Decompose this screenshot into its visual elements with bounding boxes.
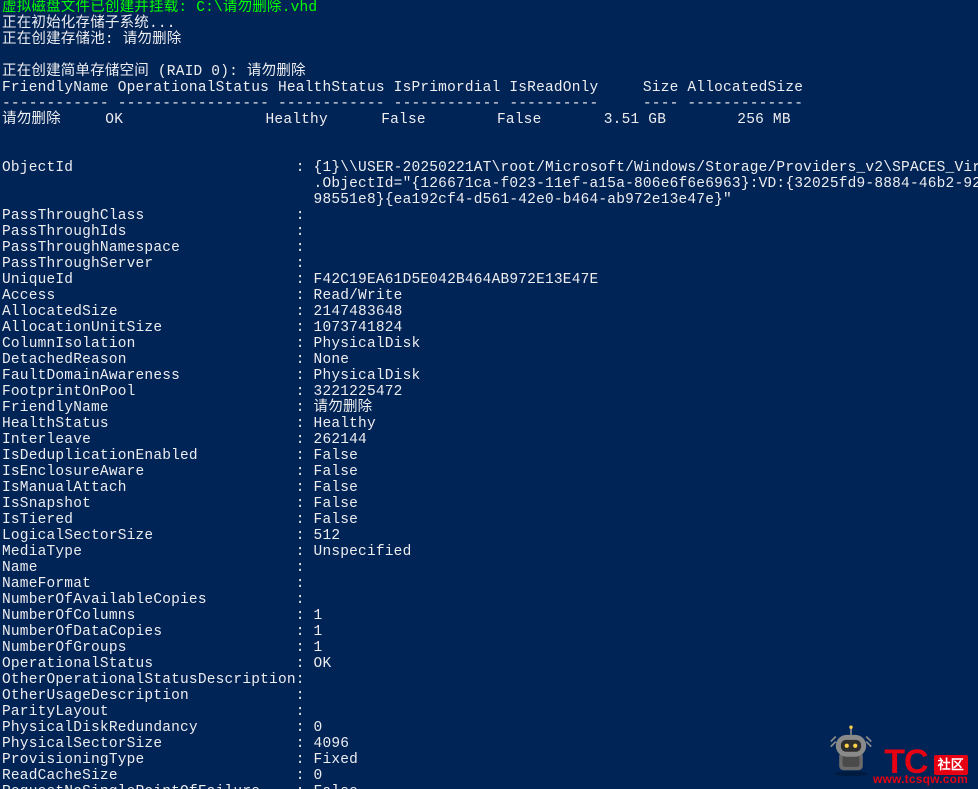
terminal-output[interactable]: 虚拟磁盘文件已创建并挂载: C:\请勿删除.vhd 正在初始化存储子系统... … [0,0,978,789]
table-header-row: FriendlyName OperationalStatus HealthSta… [2,80,803,96]
table-separator-row: ------------ ----------------- ---------… [2,96,803,112]
status-line-space: 正在创建简单存储空间 (RAID 0): 请勿删除 [2,64,306,80]
table-data-row: 请勿删除 OK Healthy False False 3.51 GB 256 … [2,112,791,128]
property-list: ObjectId : {1}\\USER-20250221AT\root/Mic… [2,160,978,789]
status-line-vhd: 虚拟磁盘文件已创建并挂载: C:\请勿删除.vhd [2,0,317,16]
status-line-pool: 正在创建存储池: 请勿删除 [2,32,182,48]
status-line-init: 正在初始化存储子系统... [2,16,176,32]
